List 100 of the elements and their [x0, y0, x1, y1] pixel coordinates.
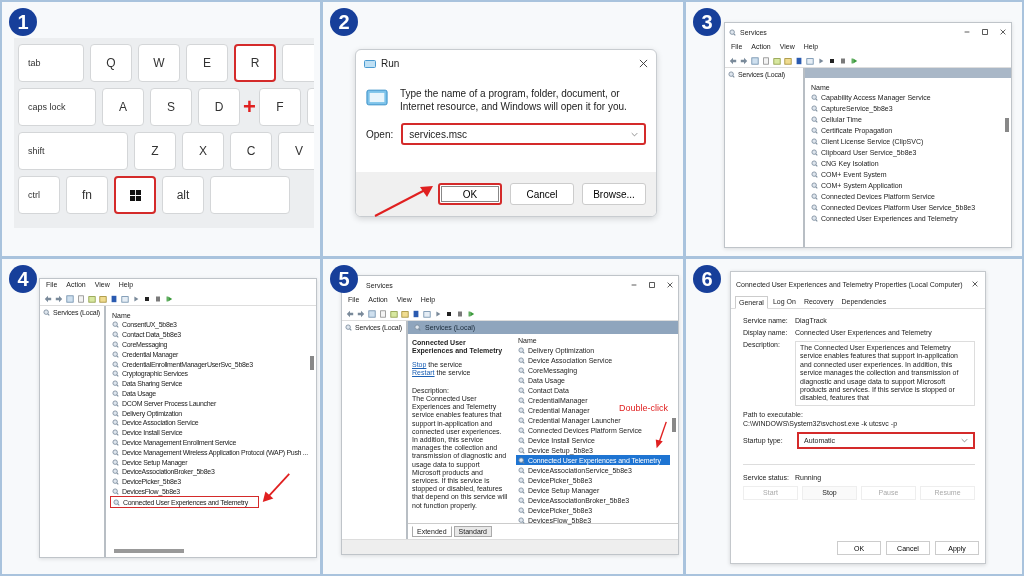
keyboard-key[interactable]: W: [138, 44, 180, 82]
forward-icon[interactable]: [55, 295, 63, 303]
back-icon[interactable]: [346, 310, 354, 318]
service-gear-icon: [811, 160, 818, 167]
refresh-icon[interactable]: [390, 310, 398, 318]
keyboard-key[interactable]: R: [234, 44, 276, 82]
service-gear-icon: [518, 386, 525, 394]
keyboard-key[interactable]: ctrl: [18, 176, 60, 214]
service-gear-icon: [729, 28, 736, 36]
scrollbar-thumb[interactable]: [1005, 118, 1009, 132]
service-gear-icon: [518, 346, 525, 354]
field-label: Open:: [366, 128, 394, 140]
back-icon[interactable]: [729, 57, 737, 65]
help-icon[interactable]: [110, 295, 118, 303]
service-gear-icon: [112, 360, 119, 368]
refresh-icon[interactable]: [773, 57, 781, 65]
keyboard-key[interactable]: X: [182, 132, 224, 170]
service-gear-icon: [518, 396, 525, 404]
service-gear-icon: [518, 436, 525, 444]
service-gear-icon: [414, 324, 421, 331]
dialog-button[interactable]: Cancel: [510, 183, 574, 205]
windows-logo-icon: [129, 189, 141, 201]
plus-sign: +: [243, 96, 256, 118]
play-icon[interactable]: [132, 295, 140, 303]
dialog-button[interactable]: OK: [438, 183, 502, 205]
close-icon[interactable]: [999, 28, 1007, 36]
export-icon[interactable]: [401, 310, 409, 318]
dialog-button[interactable]: Browse...: [582, 183, 646, 205]
service-gear-icon: [112, 448, 119, 456]
service-gear-icon: [518, 376, 525, 384]
play-icon[interactable]: [817, 57, 825, 65]
keyboard-key[interactable]: S: [150, 88, 192, 126]
keyboard-key[interactable]: shift: [18, 132, 128, 170]
play-icon[interactable]: [434, 310, 442, 318]
close-icon[interactable]: [666, 281, 674, 289]
service-gear-icon: [811, 116, 818, 123]
export-icon[interactable]: [99, 295, 107, 303]
keyboard-key[interactable]: E: [186, 44, 228, 82]
step-number-badge: 6: [693, 265, 721, 293]
scrollbar-thumb[interactable]: [310, 356, 314, 370]
service-gear-icon: [518, 486, 525, 494]
minimize-icon[interactable]: [963, 28, 971, 36]
forward-icon[interactable]: [740, 57, 748, 65]
service-gear-icon: [811, 182, 818, 189]
close-icon[interactable]: [639, 59, 648, 68]
keyboard-key[interactable]: alt: [162, 176, 204, 214]
keyboard-key[interactable]: caps lock: [18, 88, 96, 126]
keyboard-key[interactable]: A: [102, 88, 144, 126]
service-gear-icon: [811, 105, 818, 112]
keyboard-key[interactable]: tab: [18, 44, 84, 82]
service-gear-icon: [518, 356, 525, 364]
instruction-text: Type the name of a program, folder, document, or Internet resource, and Windows will open it for you.: [400, 87, 628, 113]
stop-icon[interactable]: [828, 57, 836, 65]
help-icon[interactable]: [412, 310, 420, 318]
scrollbar-thumb[interactable]: [114, 549, 184, 553]
pause-icon[interactable]: [154, 295, 162, 303]
service-gear-icon: [112, 458, 119, 466]
service-gear-icon: [811, 149, 818, 156]
stop-icon[interactable]: [445, 310, 453, 318]
scrollbar-thumb[interactable]: [672, 418, 676, 432]
step-number-badge: 3: [693, 8, 721, 36]
step-number-badge: 2: [330, 8, 358, 36]
maximize-icon[interactable]: [648, 281, 656, 289]
keyboard-key[interactable]: F: [258, 88, 301, 126]
service-gear-icon: [518, 406, 525, 414]
keyboard-key[interactable]: Q: [90, 44, 132, 82]
minimize-icon[interactable]: [630, 281, 638, 289]
close-icon[interactable]: [971, 280, 979, 288]
restart-icon[interactable]: [850, 57, 858, 65]
view-icon[interactable]: [423, 310, 431, 318]
pause-icon[interactable]: [839, 57, 847, 65]
restart-icon[interactable]: [467, 310, 475, 318]
forward-icon[interactable]: [357, 310, 365, 318]
help-icon[interactable]: [795, 57, 803, 65]
refresh-icon[interactable]: [88, 295, 96, 303]
view-icon[interactable]: [806, 57, 814, 65]
maximize-icon[interactable]: [981, 28, 989, 36]
service-gear-icon: [518, 506, 525, 514]
stop-icon[interactable]: [143, 295, 151, 303]
service-gear-icon: [112, 370, 119, 378]
export-icon[interactable]: [784, 57, 792, 65]
annotation-text: Double-click: [618, 403, 668, 413]
keyboard-key[interactable]: D: [198, 88, 240, 126]
view-icon[interactable]: [121, 295, 129, 303]
keyboard-key[interactable]: Z: [134, 132, 176, 170]
restart-icon[interactable]: [165, 295, 173, 303]
open-combobox[interactable]: services.msc: [401, 123, 646, 145]
properties-icon[interactable]: [77, 295, 85, 303]
keyboard-key[interactable]: V: [278, 132, 314, 170]
keyboard-key[interactable]: C: [230, 132, 272, 170]
properties-icon[interactable]: [762, 57, 770, 65]
pause-icon[interactable]: [456, 310, 464, 318]
service-gear-icon: [518, 466, 525, 474]
service-gear-icon: [811, 127, 818, 134]
windows-key[interactable]: [114, 176, 156, 214]
service-gear-icon: [112, 419, 119, 427]
properties-icon[interactable]: [379, 310, 387, 318]
service-gear-icon: [518, 446, 525, 454]
back-icon[interactable]: [44, 295, 52, 303]
keyboard-key[interactable]: fn: [66, 176, 108, 214]
